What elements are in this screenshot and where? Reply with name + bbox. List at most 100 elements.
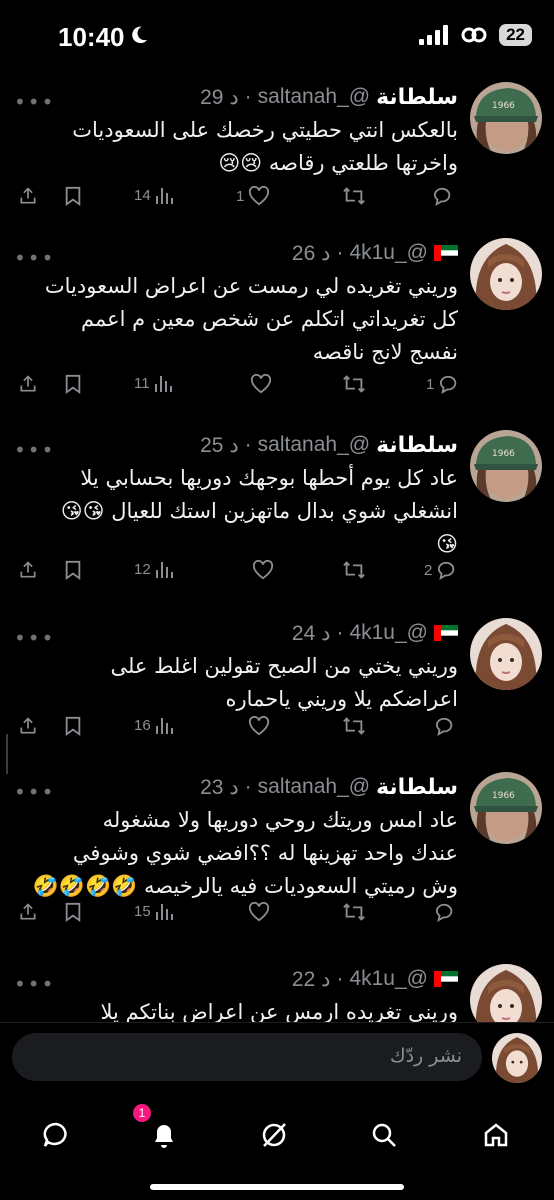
like-button[interactable]: 1 — [236, 186, 270, 206]
avatar[interactable]: 1966 — [470, 430, 542, 502]
bookmark-button[interactable] — [64, 374, 82, 394]
retweet-icon — [343, 187, 365, 205]
share-button[interactable] — [18, 186, 38, 206]
reply-count: 2 — [424, 561, 433, 579]
bookmark-icon — [65, 374, 81, 394]
more-options-icon[interactable]: ••• — [14, 438, 55, 462]
handle[interactable]: 4k1u_@ — [349, 621, 428, 645]
separator-dot: · — [336, 621, 344, 644]
tweet[interactable]: 1966 سلطانة saltanah_@ · 23 د ••• عاد ام… — [0, 766, 554, 944]
more-options-icon[interactable]: ••• — [14, 626, 55, 650]
handle[interactable]: 4k1u_@ — [349, 241, 428, 265]
share-icon — [20, 717, 36, 734]
share-icon — [20, 561, 36, 578]
reply-button[interactable] — [434, 902, 456, 922]
retweet-button[interactable] — [342, 902, 366, 922]
retweet-button[interactable] — [342, 716, 366, 736]
tweet[interactable]: 4k1u_@ · 22 د ••• وريني تغريده ارمس عن ا… — [0, 958, 554, 1022]
views-button[interactable]: 12 — [134, 560, 173, 578]
like-button[interactable] — [248, 902, 270, 922]
separator-dot: · — [244, 775, 252, 798]
tweet-text-line: وريني تغريده ارمس عن اعراض بناتكم يلا — [100, 1000, 458, 1022]
like-button[interactable] — [248, 716, 270, 736]
tweet[interactable]: 1966 سلطانة saltanah_@ · 25 د ••• عاد كل… — [0, 424, 554, 594]
more-options-icon[interactable]: ••• — [14, 780, 55, 804]
share-button[interactable] — [18, 716, 38, 736]
share-button[interactable] — [18, 902, 38, 922]
reply-button[interactable]: 1 — [426, 374, 460, 394]
tweet[interactable]: 4k1u_@ · 26 د ••• وريني تغريده لي رمست ع… — [0, 232, 554, 420]
tweet[interactable]: 4k1u_@ · 24 د ••• وريني يختي من الصبح تق… — [0, 612, 554, 752]
tweet-text: بالعكس انتي حطيتي رخصك على السعوديات واخ… — [18, 114, 458, 180]
bookmark-button[interactable] — [64, 716, 82, 736]
tweet[interactable]: 1966 سلطانة saltanah_@ · 29 د ••• بالعكس… — [0, 76, 554, 218]
reply-button[interactable] — [432, 186, 454, 206]
tweet-text-line: واخرتها طلعتي رقاصه 😢😢 — [218, 151, 458, 175]
display-name[interactable]: سلطانة — [376, 775, 458, 800]
share-button[interactable] — [18, 560, 38, 580]
share-button[interactable] — [18, 374, 38, 394]
views-button[interactable]: 11 — [134, 374, 172, 392]
tweet-time: 26 د — [291, 241, 331, 265]
more-options-icon[interactable]: ••• — [14, 90, 55, 114]
reply-input[interactable]: نشر ردّك — [12, 1033, 482, 1081]
tweet-time: 22 د — [291, 967, 331, 991]
like-button[interactable] — [246, 374, 272, 394]
nav-grok[interactable] — [249, 1110, 299, 1160]
handle[interactable]: saltanah_@ — [258, 433, 370, 457]
handle[interactable]: saltanah_@ — [258, 85, 370, 109]
tweet-text-line: بالعكس انتي حطيتي رخصك على السعوديات — [72, 118, 458, 142]
reply-icon — [435, 717, 453, 736]
svg-text:1966: 1966 — [492, 101, 515, 111]
display-name[interactable]: سلطانة — [376, 433, 458, 458]
reply-icon — [440, 375, 457, 394]
messages-icon — [43, 1122, 67, 1147]
more-options-icon[interactable]: ••• — [14, 246, 55, 270]
status-time: 10:40 — [58, 22, 125, 52]
bookmark-button[interactable] — [64, 902, 82, 922]
retweet-button[interactable] — [342, 186, 366, 206]
handle[interactable]: 4k1u_@ — [349, 967, 428, 991]
views-button[interactable]: 15 — [134, 902, 173, 920]
share-icon — [20, 187, 36, 204]
like-button[interactable] — [248, 560, 274, 580]
avatar[interactable] — [470, 964, 542, 1022]
tweet-text: عاد امس وريتك روحي دوريها ولا مشغوله عند… — [18, 804, 458, 903]
retweet-button[interactable] — [342, 374, 366, 394]
nav-notifications[interactable]: 1 — [133, 1104, 189, 1160]
reply-button[interactable]: 2 — [424, 560, 458, 580]
avatar[interactable] — [470, 618, 542, 690]
bookmark-button[interactable] — [64, 560, 82, 580]
tweet-text-line: عندك واحد تهزينها له ؟؟افضي شوي وشوفي — [72, 841, 458, 865]
scroll-indicator[interactable] — [6, 734, 8, 774]
tweet-text-line: عاد امس وريتك روحي دوريها ولا مشغوله — [102, 808, 458, 832]
handle[interactable]: saltanah_@ — [258, 775, 370, 799]
nav-messages[interactable] — [31, 1110, 81, 1160]
bookmark-button[interactable] — [64, 186, 82, 206]
avatar[interactable]: 1966 — [470, 82, 542, 154]
retweet-button[interactable] — [342, 560, 366, 580]
heart-icon — [252, 560, 274, 580]
tweet-header: 4k1u_@ · 22 د — [292, 964, 458, 994]
reply-icon — [433, 187, 451, 206]
tweet-text-line: كل تغريداتي اتكلم عن شخص معين م اعمم — [80, 307, 458, 331]
retweet-icon — [343, 717, 365, 735]
nav-home[interactable] — [471, 1110, 521, 1160]
reply-button[interactable] — [434, 716, 456, 736]
bookmark-icon — [65, 560, 81, 580]
tweet-text-line: نفسج لانج ناقصه — [312, 340, 458, 364]
avatar[interactable]: 1966 — [470, 772, 542, 844]
tweet-header: سلطانة saltanah_@ · 25 د — [200, 430, 458, 460]
views-button[interactable]: 14 — [134, 186, 173, 204]
avatar[interactable] — [470, 238, 542, 310]
display-name[interactable]: سلطانة — [376, 85, 458, 110]
user-avatar[interactable] — [492, 1033, 542, 1083]
views-count: 12 — [134, 560, 151, 578]
nav-search[interactable] — [359, 1110, 409, 1160]
views-count: 11 — [134, 374, 150, 392]
views-icon — [154, 376, 172, 392]
views-button[interactable]: 16 — [134, 716, 173, 734]
tweet-feed[interactable]: 1966 سلطانة saltanah_@ · 29 د ••• بالعكس… — [0, 76, 554, 1022]
home-indicator[interactable] — [150, 1184, 404, 1190]
more-options-icon[interactable]: ••• — [14, 972, 55, 996]
